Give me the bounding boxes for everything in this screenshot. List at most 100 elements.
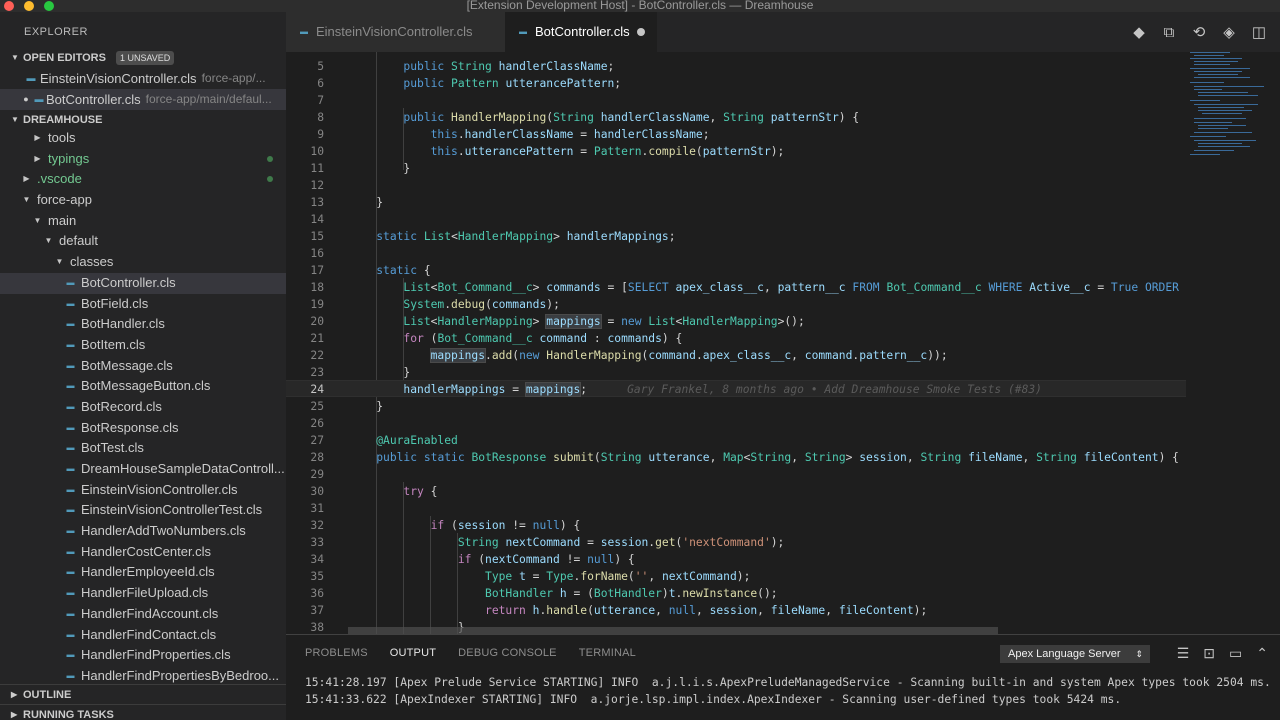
tree-item-label: EinsteinVisionControllerTest.cls <box>81 502 263 518</box>
code-text: Type t = Type.forName('', nextCommand); <box>485 570 751 583</box>
line-number: 29 <box>310 468 324 481</box>
tree-file[interactable]: ▬ BotRecord.cls <box>0 397 286 418</box>
code-line: 29 <box>286 466 1186 483</box>
editor-actions: ◆ ⧉ ⟲ ◈ ◫ <box>1130 12 1268 52</box>
tree-file[interactable]: ▬ HandlerFindProperties.cls <box>0 645 286 666</box>
line-number: 5 <box>317 60 324 73</box>
chevron-up-icon[interactable]: ⌃ <box>1256 645 1268 662</box>
tree-file[interactable]: ▬ BotController.cls <box>0 272 286 294</box>
clear-output-icon[interactable]: ☰ <box>1177 645 1190 662</box>
tab-einstein-vision-controller[interactable]: ▬ EinsteinVisionController.cls <box>286 12 505 52</box>
code-editor[interactable]: 5 public String handlerClassName; 6 publ… <box>286 52 1186 634</box>
tree-file[interactable]: ▬ HandlerCostCenter.cls <box>0 542 286 563</box>
code-text: static List<HandlerMapping> handlerMappi… <box>376 230 676 243</box>
code-line: 28 public static BotResponse submit(Stri… <box>286 449 1186 466</box>
tree-file[interactable]: ▬ EinsteinVisionControllerTest.cls <box>0 500 286 521</box>
line-number: 22 <box>310 349 324 362</box>
tab-label: EinsteinVisionController.cls <box>316 24 473 39</box>
line-number: 16 <box>310 247 324 260</box>
chevron-down-icon: ▼ <box>22 195 31 205</box>
code-text: static { <box>376 264 431 277</box>
tree-file[interactable]: ▬ HandlerFindContact.cls <box>0 625 286 646</box>
line-number: 12 <box>310 179 324 192</box>
apex-file-icon: ▬ <box>66 298 75 308</box>
split-editor-icon[interactable]: ◫ <box>1250 23 1268 41</box>
code-line: 21 for (Bot_Command__c command : command… <box>286 330 1186 347</box>
project-section[interactable]: ▼ DREAMHOUSE <box>0 110 286 130</box>
apex-file-icon: ▬ <box>66 588 75 598</box>
tree-folder-vscode[interactable]: ▶ .vscode <box>0 169 286 190</box>
git-compare-icon[interactable]: ◆ <box>1130 23 1148 41</box>
output-channel-value: Apex Language Server <box>1008 648 1121 660</box>
apex-file-icon: ▬ <box>66 650 75 660</box>
tree-file[interactable]: ▬ DreamHouseSampleDataControll... <box>0 459 286 480</box>
code-text: mappings.add(new HandlerMapping(command.… <box>429 348 948 363</box>
tree-item-label: HandlerEmployeeId.cls <box>81 564 215 580</box>
open-editor-item[interactable]: ● ▬ BotController.cls force-app/main/def… <box>0 89 286 110</box>
tree-file[interactable]: ▬ BotMessage.cls <box>0 356 286 377</box>
toggle-blame-icon[interactable]: ⟲ <box>1190 23 1208 41</box>
line-number: 11 <box>310 162 324 175</box>
tab-bot-controller[interactable]: ▬ BotController.cls <box>505 12 657 52</box>
tree-folder-default[interactable]: ▼ default <box>0 231 286 252</box>
maximize-panel-icon[interactable]: ▭ <box>1229 645 1242 662</box>
tree-file[interactable]: ▬ HandlerFileUpload.cls <box>0 583 286 604</box>
unsaved-dot-icon[interactable] <box>637 28 645 36</box>
open-editors-section[interactable]: ▼ OPEN EDITORS 1 UNSAVED <box>0 48 286 68</box>
tree-folder-main[interactable]: ▼ main <box>0 211 286 232</box>
tree-folder-typings[interactable]: ▶ typings <box>0 149 286 170</box>
code-text: this.handlerClassName = handlerClassName… <box>430 128 710 141</box>
tree-file[interactable]: ▬ BotResponse.cls <box>0 418 286 439</box>
open-editor-item[interactable]: ▬ EinsteinVisionController.cls force-app… <box>0 68 286 89</box>
tab-problems[interactable]: PROBLEMS <box>305 647 368 659</box>
code-line: 27 @AuraEnabled <box>286 432 1186 449</box>
tree-file[interactable]: ▬ BotField.cls <box>0 294 286 315</box>
line-number: 20 <box>310 315 324 328</box>
unsaved-dot-icon[interactable]: ● <box>20 89 32 110</box>
apex-file-icon: ▬ <box>66 505 75 515</box>
code-text: public static BotResponse submit(String … <box>376 451 1179 464</box>
tree-folder-classes[interactable]: ▼ classes <box>0 252 286 273</box>
minimap[interactable] <box>1186 52 1280 634</box>
output-channel-select[interactable]: Apex Language Server ⇕ <box>1000 645 1150 663</box>
code-line: 19 System.debug(commands); <box>286 296 1186 313</box>
line-number: 9 <box>317 128 324 141</box>
tree-file[interactable]: ▬ BotMessageButton.cls <box>0 376 286 397</box>
tree-file[interactable]: ▬ EinsteinVisionController.cls <box>0 480 286 501</box>
apex-file-icon: ▬ <box>300 27 308 36</box>
apex-file-icon: ▬ <box>66 422 75 432</box>
tree-folder-tools[interactable]: ▶ tools <box>0 128 286 149</box>
running-tasks-section[interactable]: ▶ RUNNING TASKS <box>0 704 286 720</box>
open-changes-icon[interactable]: ⧉ <box>1160 24 1178 41</box>
tree-file[interactable]: ▬ BotItem.cls <box>0 335 286 356</box>
lock-scroll-icon[interactable]: ⊡ <box>1203 645 1215 662</box>
apex-file-icon: ▬ <box>66 567 75 577</box>
tab-debug-console[interactable]: DEBUG CONSOLE <box>458 647 557 659</box>
output-line: 15:41:28.197 [Apex Prelude Service START… <box>305 676 1271 689</box>
tree-file[interactable]: ▬ HandlerEmployeeId.cls <box>0 562 286 583</box>
tree-file[interactable]: ▬ BotHandler.cls <box>0 314 286 335</box>
tree-item-label: HandlerAddTwoNumbers.cls <box>81 523 246 539</box>
tree-item-label: BotTest.cls <box>81 440 144 456</box>
tree-file[interactable]: ▬ BotTest.cls <box>0 438 286 459</box>
line-number: 35 <box>310 570 324 583</box>
tree-item-label: classes <box>70 254 114 270</box>
line-number: 6 <box>317 77 324 90</box>
tree-file[interactable]: ▬ HandlerFindAccount.cls <box>0 604 286 625</box>
code-line: 26 <box>286 415 1186 432</box>
tree-folder-force-app[interactable]: ▼ force-app <box>0 190 286 211</box>
tree-file[interactable]: ▬ HandlerAddTwoNumbers.cls <box>0 521 286 542</box>
tab-terminal[interactable]: TERMINAL <box>579 647 636 659</box>
apex-file-icon: ▬ <box>66 319 75 329</box>
line-number: 7 <box>317 94 324 107</box>
git-commit-icon[interactable]: ◈ <box>1220 23 1238 41</box>
apex-file-icon: ▬ <box>66 629 75 639</box>
chevron-down-icon: ▼ <box>11 53 19 62</box>
current-code-line: 24 handlerMappings = mappings; Gary Frank… <box>286 380 1186 397</box>
code-line: 31 <box>286 500 1186 517</box>
apex-file-icon: ▬ <box>66 360 75 370</box>
tab-output[interactable]: OUTPUT <box>390 647 436 659</box>
line-number: 23 <box>310 366 324 379</box>
unsaved-badge: 1 UNSAVED <box>115 51 175 65</box>
outline-section[interactable]: ▶ OUTLINE <box>0 684 286 704</box>
